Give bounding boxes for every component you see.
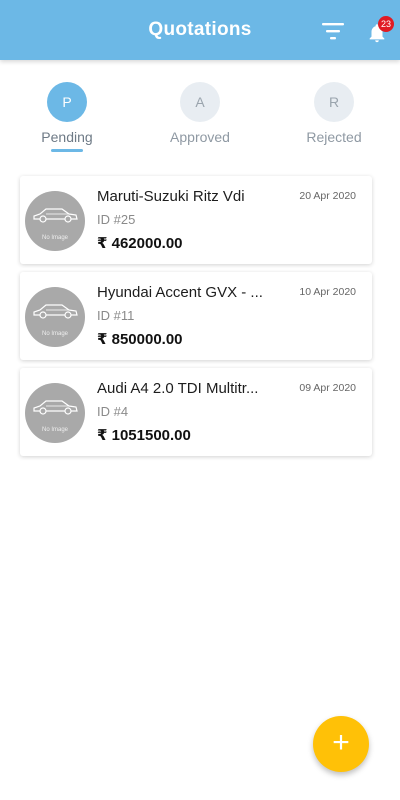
no-image-text: No Image (41, 427, 68, 433)
tab-pending-label: Pending (41, 129, 93, 145)
quotation-id: ID #11 (97, 308, 135, 323)
tab-rejected-label: Rejected (306, 129, 362, 145)
car-icon (33, 208, 78, 223)
app-bar: Quotations 23 (0, 0, 400, 60)
tab-approved-label: Approved (170, 129, 230, 145)
car-name: Hyundai Accent GVX - ... (97, 284, 263, 301)
quotation-price: ₹ 1051500.00 (97, 427, 191, 444)
quotation-date: 10 Apr 2020 (299, 286, 356, 298)
car-name: Maruti-Suzuki Ritz Vdi (97, 188, 245, 205)
no-image-text: No Image (41, 331, 68, 337)
car-thumbnail: No Image (25, 191, 85, 251)
status-tabs: P Pending A Approved R Rejected (0, 80, 400, 160)
quotation-card[interactable]: No Image Audi A4 2.0 TDI Multitr... 09 A… (20, 368, 372, 456)
quotation-date: 20 Apr 2020 (299, 190, 356, 202)
quotation-date: 09 Apr 2020 (299, 382, 356, 394)
no-image-text: No Image (41, 235, 68, 241)
car-thumbnail: No Image (25, 383, 85, 443)
tab-approved-icon: A (180, 82, 220, 122)
car-icon (33, 400, 78, 415)
filter-icon (322, 23, 344, 40)
car-icon (33, 304, 78, 319)
tab-pending-icon: P (47, 82, 87, 122)
filter-button[interactable] (320, 20, 346, 42)
quotation-card[interactable]: No Image Hyundai Accent GVX - ... 10 Apr… (20, 272, 372, 360)
tab-approved[interactable]: A Approved (150, 80, 250, 152)
tab-pending[interactable]: P Pending (17, 80, 117, 152)
quotation-id: ID #4 (97, 404, 129, 419)
quotation-price: ₹ 462000.00 (97, 235, 183, 252)
tab-rejected-icon: R (314, 82, 354, 122)
quotation-id: ID #25 (97, 212, 136, 227)
quotation-price: ₹ 850000.00 (97, 331, 183, 348)
add-quotation-button[interactable]: + (313, 716, 369, 772)
notification-badge: 23 (378, 16, 394, 32)
quotation-card[interactable]: No Image Maruti-Suzuki Ritz Vdi 20 Apr 2… (20, 176, 372, 264)
car-thumbnail: No Image (25, 287, 85, 347)
car-name: Audi A4 2.0 TDI Multitr... (97, 380, 259, 397)
notifications-button[interactable]: 23 (364, 16, 394, 46)
tab-rejected[interactable]: R Rejected (284, 80, 384, 152)
plus-icon: + (332, 726, 350, 759)
active-tab-indicator (51, 149, 83, 152)
